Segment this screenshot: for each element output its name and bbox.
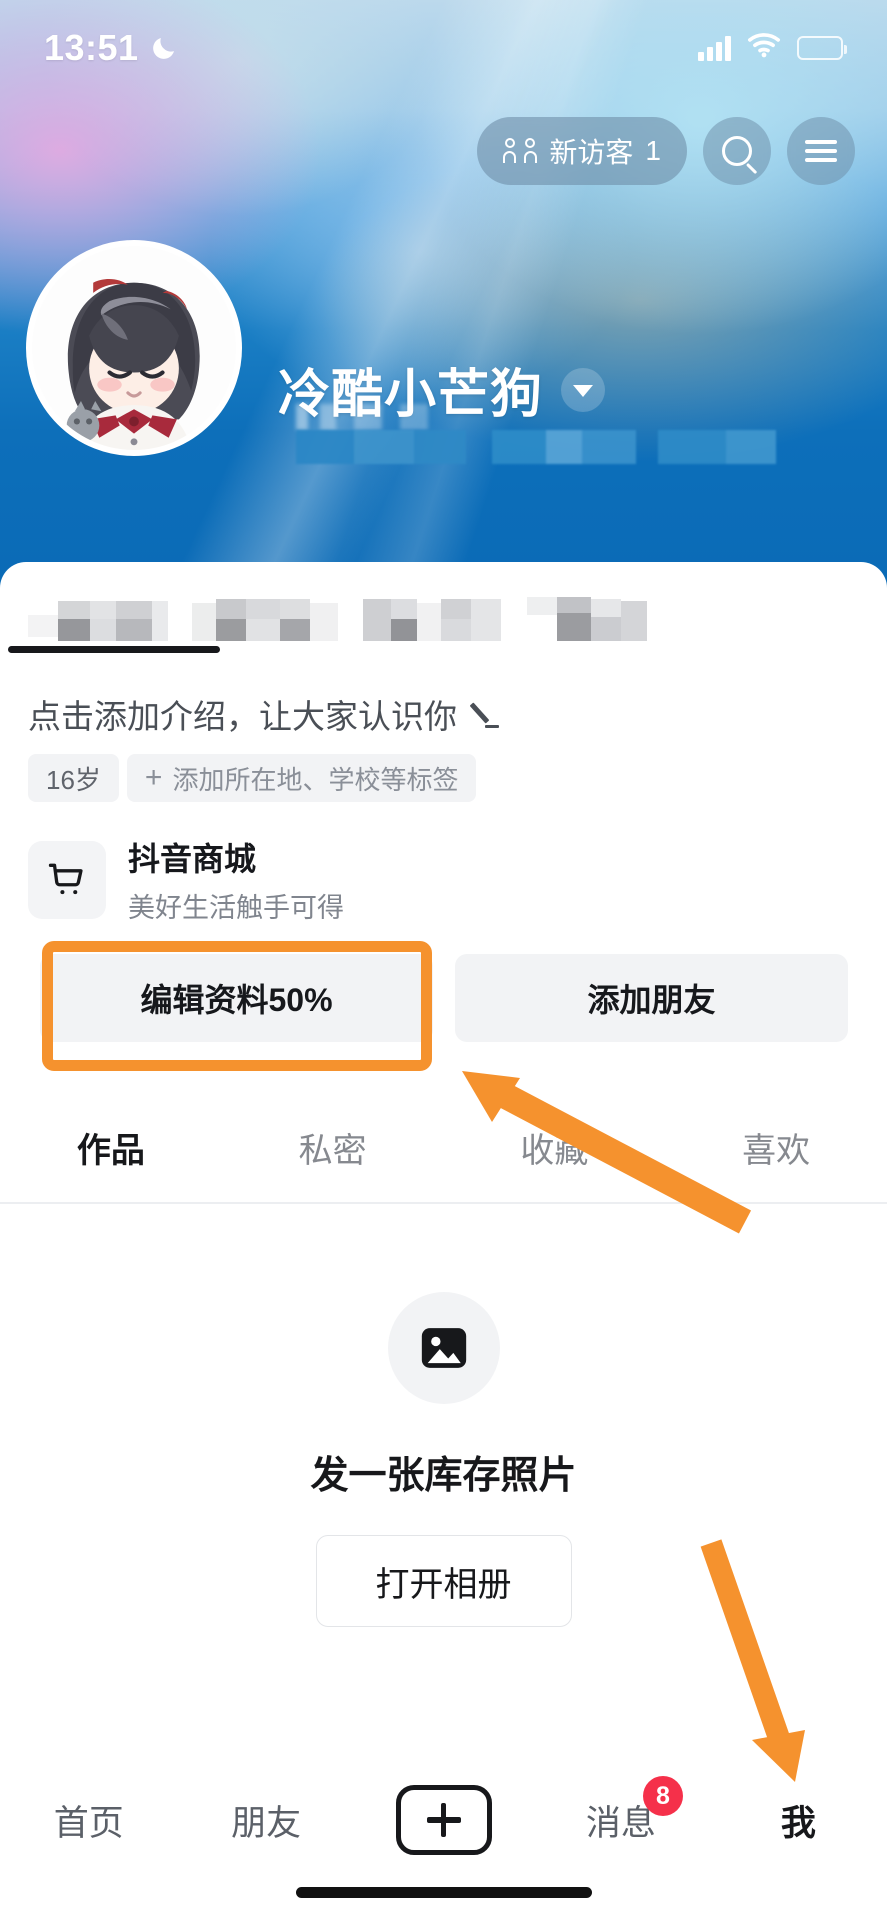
mall-title: 抖音商城 — [128, 841, 257, 877]
edit-profile-button[interactable]: 编辑资料50% — [40, 954, 433, 1042]
profile-action-buttons: 编辑资料50% 添加朋友 — [40, 954, 848, 1042]
moon-icon — [149, 33, 179, 63]
nav-item-me[interactable]: 我 — [710, 1782, 887, 1858]
stat-blurred-1 — [28, 597, 168, 653]
profile-subinfo-blurred — [296, 430, 776, 464]
plus-icon: + — [144, 761, 163, 794]
nav-label-friends: 朋友 — [231, 1803, 302, 1843]
tab-likes[interactable]: 喜欢 — [665, 1123, 887, 1172]
search-icon — [722, 136, 752, 166]
empty-state-title: 发一张库存照片 — [310, 1455, 577, 1497]
battery-low-icon — [797, 35, 847, 60]
nav-label-home: 首页 — [53, 1803, 124, 1843]
nav-item-create[interactable] — [355, 1782, 532, 1858]
wifi-icon — [747, 32, 781, 63]
douyin-profile-screen: 13:51 新访客 1 冷酷小芒狗 点击添加介绍，让大家认识你 16岁 + 添加… — [0, 0, 887, 1920]
stat-blurred-2 — [192, 597, 339, 653]
tabs-divider — [0, 1202, 887, 1204]
chevron-down-icon[interactable] — [561, 367, 606, 412]
status-bar-time: 13:51 — [44, 26, 139, 68]
bio-edit-row[interactable]: 点击添加介绍，让大家认识你 — [28, 690, 501, 738]
content-tabs: 作品 私密 收藏 喜欢 — [0, 1092, 887, 1202]
profile-tags-row: 16岁 + 添加所在地、学校等标签 — [28, 754, 477, 802]
tag-add-label: 添加所在地、学校等标签 — [172, 764, 459, 795]
new-visitor-label: 新访客 — [549, 137, 634, 168]
add-friend-button[interactable]: 添加朋友 — [455, 954, 848, 1042]
nav-item-friends[interactable]: 朋友 — [177, 1782, 354, 1858]
douyin-mall-entry[interactable]: 抖音商城 美好生活触手可得 — [28, 834, 344, 925]
menu-button[interactable] — [787, 117, 855, 185]
tag-add-info[interactable]: + 添加所在地、学校等标签 — [126, 754, 477, 802]
search-button[interactable] — [703, 117, 771, 185]
profile-subinfo-blurred-top — [296, 404, 476, 430]
stat-blurred-3 — [362, 597, 501, 653]
messages-badge: 8 — [642, 1776, 683, 1816]
two-people-icon — [503, 138, 538, 164]
signal-bars-icon — [698, 35, 731, 61]
tag-age[interactable]: 16岁 — [28, 754, 119, 802]
active-tab-underline — [8, 646, 220, 653]
nav-item-messages[interactable]: 消息 8 — [532, 1776, 709, 1858]
new-visitor-button[interactable]: 新访客 1 — [477, 117, 687, 185]
open-album-button[interactable]: 打开相册 — [315, 1535, 572, 1627]
shopping-cart-icon — [28, 840, 106, 919]
image-placeholder-icon — [387, 1292, 500, 1404]
status-bar-right — [698, 32, 847, 63]
nav-label-me: 我 — [780, 1803, 816, 1843]
bio-placeholder-text: 点击添加介绍，让大家认识你 — [28, 698, 457, 735]
avatar[interactable] — [26, 240, 242, 456]
mall-texts: 抖音商城 美好生活触手可得 — [128, 834, 344, 925]
home-indicator — [295, 1887, 592, 1898]
hamburger-menu-icon — [805, 140, 837, 162]
empty-state: 发一张库存照片 打开相册 — [0, 1292, 887, 1627]
stat-blurred-4 — [526, 597, 647, 653]
profile-stats-row[interactable] — [28, 597, 647, 653]
new-visitor-count: 1 — [645, 135, 661, 166]
profile-content-card: 点击添加介绍，让大家认识你 16岁 + 添加所在地、学校等标签 抖音商城 美好生… — [0, 562, 887, 1920]
pencil-icon[interactable] — [471, 699, 501, 729]
header-actions: 新访客 1 — [477, 117, 855, 185]
tab-works[interactable]: 作品 — [0, 1123, 222, 1172]
tab-favorites[interactable]: 收藏 — [444, 1123, 666, 1172]
mall-subtitle: 美好生活触手可得 — [128, 893, 344, 923]
status-bar: 13:51 — [0, 0, 887, 95]
plus-create-icon — [395, 1785, 492, 1855]
bottom-navigation-bar: 首页 朋友 消息 8 我 — [0, 1760, 887, 1920]
tab-private[interactable]: 私密 — [222, 1123, 444, 1172]
status-bar-left: 13:51 — [44, 27, 179, 69]
nav-item-home[interactable]: 首页 — [0, 1782, 177, 1858]
